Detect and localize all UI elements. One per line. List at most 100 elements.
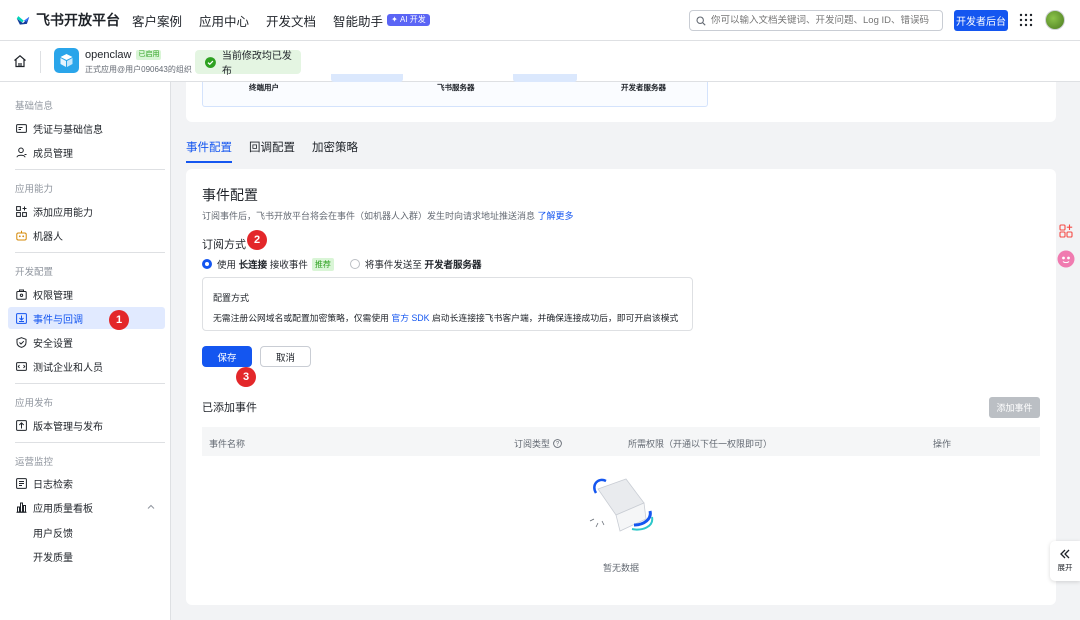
sidebar-item-label: 事件与回调 bbox=[33, 314, 83, 326]
flow-connector bbox=[513, 74, 577, 82]
option-suffix: 接收事件 bbox=[269, 260, 308, 271]
sidebar-group-ability: 应用能力 bbox=[15, 184, 54, 195]
cube-icon bbox=[60, 54, 73, 67]
radio-dev-server[interactable] bbox=[349, 259, 360, 269]
option-prefix: 使用 bbox=[217, 260, 237, 271]
sidebar-item-add-ability[interactable]: 添加应用能力 bbox=[8, 200, 165, 222]
tab-event-config[interactable]: 事件配置 bbox=[186, 139, 232, 163]
official-sdk-link[interactable]: 官方 SDK bbox=[391, 313, 429, 323]
user-avatar[interactable] bbox=[1045, 10, 1065, 30]
publish-status-text: 当前修改均已发布 bbox=[221, 51, 292, 77]
mode-desc-suffix: 启动长连接接飞书客户端，并确保连接成功后，即可开启该模式 bbox=[432, 313, 679, 323]
double-chevron-left-icon bbox=[1060, 549, 1070, 559]
subscription-method-title: 订阅方式 bbox=[202, 239, 246, 251]
home-icon[interactable] bbox=[13, 54, 27, 68]
app-subtitle: 正式应用@用户090643的组织 bbox=[85, 65, 192, 74]
id-card-icon bbox=[16, 123, 27, 133]
search-box[interactable] bbox=[689, 10, 943, 31]
sidebar-item-label: 安全设置 bbox=[33, 338, 73, 350]
event-config-card: 事件配置 订阅事件后，飞书开放平台将会在事件（如机器人入群）发生时向请求地址推送… bbox=[186, 169, 1056, 605]
tab-encryption[interactable]: 加密策略 bbox=[312, 139, 358, 163]
column-subscription-type: 订阅类型 ? bbox=[514, 437, 562, 450]
sidebar-item-label: 日志检索 bbox=[33, 479, 73, 491]
shield-icon bbox=[16, 336, 27, 348]
sidebar-item-security[interactable]: 安全设置 bbox=[8, 331, 165, 353]
search-input[interactable] bbox=[711, 15, 931, 26]
sidebar-item-members[interactable]: 成员管理 bbox=[8, 141, 165, 163]
robot-icon bbox=[16, 230, 27, 240]
learn-more-link[interactable]: 了解更多 bbox=[538, 211, 574, 221]
sidebar-item-permissions[interactable]: 权限管理 bbox=[8, 283, 165, 305]
sidebar-item-label: 测试企业和人员 bbox=[33, 362, 103, 374]
step-badge-3: 3 bbox=[236, 367, 256, 387]
ai-dev-badge: ✦ AI 开发 bbox=[387, 14, 430, 26]
add-grid-icon bbox=[16, 205, 27, 217]
sidebar-item-logs[interactable]: 日志检索 bbox=[8, 472, 165, 494]
config-tabs: 事件配置 回调配置 加密策略 bbox=[186, 139, 375, 163]
flow-dev-server: 开发者服务器 bbox=[621, 83, 666, 92]
recommended-tag: 推荐 bbox=[311, 257, 334, 271]
sidebar-item-label: 权限管理 bbox=[33, 290, 73, 302]
event-flow-diagram: 终端用户 飞书服务器 开发者服务器 bbox=[202, 74, 708, 107]
divider bbox=[15, 169, 165, 170]
brand-name: 飞书开放平台 bbox=[36, 12, 120, 28]
nav-app-center[interactable]: 应用中心 bbox=[199, 11, 249, 30]
divider bbox=[15, 252, 165, 253]
app-shortcut-icon[interactable] bbox=[1057, 222, 1075, 240]
added-events-title: 已添加事件 bbox=[202, 402, 257, 414]
sidebar-item-feedback[interactable]: 用户反馈 bbox=[8, 521, 165, 543]
chevron-up-icon bbox=[147, 504, 155, 509]
option-prefix: 将事件发送至 bbox=[364, 260, 422, 271]
flow-end-user: 终端用户 bbox=[249, 83, 279, 92]
sidebar-item-label: 版本管理与发布 bbox=[33, 421, 103, 433]
sidebar-item-label: 机器人 bbox=[33, 231, 63, 243]
sidebar-item-credentials[interactable]: 凭证与基础信息 bbox=[8, 117, 165, 139]
sidebar-item-events[interactable]: 事件与回调 bbox=[8, 307, 165, 329]
divider bbox=[40, 51, 41, 73]
tab-callback-config[interactable]: 回调配置 bbox=[249, 139, 295, 163]
brand[interactable]: 飞书开放平台 bbox=[16, 10, 120, 30]
nav-dev-docs[interactable]: 开发文档 bbox=[266, 11, 316, 30]
sidebar-item-quality[interactable]: 应用质量看板 bbox=[8, 496, 165, 518]
developer-console-button[interactable]: 开发者后台 bbox=[954, 10, 1008, 31]
publish-status: 当前修改均已发布 bbox=[195, 50, 301, 77]
feishu-logo-icon bbox=[16, 16, 30, 25]
assistant-icon[interactable] bbox=[1057, 250, 1075, 268]
check-circle-icon bbox=[205, 56, 216, 68]
bar-chart-icon bbox=[16, 502, 27, 513]
permission-icon bbox=[16, 289, 27, 300]
config-mode-title: 配置方式 bbox=[213, 293, 250, 303]
flow-feishu-server: 飞书服务器 bbox=[437, 83, 475, 92]
sidebar-item-dev-quality[interactable]: 开发质量 bbox=[8, 545, 165, 567]
sidebar: 基础信息 凭证与基础信息 成员管理 应用能力 添加应用能力 机器人 开发配置 权… bbox=[0, 82, 171, 620]
event-flow-card: 终端用户 飞书服务器 开发者服务器 bbox=[186, 74, 1056, 122]
save-button[interactable]: 保存 bbox=[202, 346, 252, 367]
sidebar-item-versions[interactable]: 版本管理与发布 bbox=[8, 414, 165, 436]
help-icon[interactable]: ? bbox=[553, 439, 562, 448]
apps-grid-icon[interactable] bbox=[1019, 13, 1033, 27]
step-badge-1: 1 bbox=[109, 310, 129, 330]
sidebar-item-label: 添加应用能力 bbox=[33, 207, 93, 219]
sidebar-group-ops: 运营监控 bbox=[15, 457, 54, 468]
nav-customer-cases[interactable]: 客户案例 bbox=[132, 11, 182, 30]
column-event-name: 事件名称 bbox=[209, 439, 246, 449]
config-mode-description: 无需注册公网域名或配置加密策略，仅需使用 官方 SDK 启动长连接接飞书客户端，… bbox=[213, 311, 678, 324]
user-icon bbox=[16, 147, 27, 157]
upload-icon bbox=[16, 419, 27, 431]
config-mode-box: 配置方式 无需注册公网域名或配置加密策略，仅需使用 官方 SDK 启动长连接接飞… bbox=[202, 277, 693, 331]
app-logo bbox=[54, 48, 79, 73]
expand-panel-button[interactable]: 展开 bbox=[1050, 541, 1080, 581]
sidebar-item-label: 应用质量看板 bbox=[33, 503, 93, 515]
radio-long-connection[interactable] bbox=[202, 259, 212, 269]
step-badge-2: 2 bbox=[247, 230, 267, 250]
subscription-method-options: 使用 长连接 接收事件 推荐 将事件发送至 开发者服务器 bbox=[202, 257, 482, 271]
sidebar-item-bot[interactable]: 机器人 bbox=[8, 224, 165, 246]
nav-ai-assistant[interactable]: 智能助手 ✦ AI 开发 bbox=[333, 11, 430, 30]
sidebar-item-test-org[interactable]: 测试企业和人员 bbox=[8, 355, 165, 377]
log-icon bbox=[16, 477, 27, 489]
app-name: openclaw 已启用 bbox=[85, 49, 162, 61]
description-text: 订阅事件后，飞书开放平台将会在事件（如机器人入群）发生时向请求地址推送消息 bbox=[202, 211, 536, 221]
expand-label: 展开 bbox=[1057, 563, 1073, 572]
cancel-button[interactable]: 取消 bbox=[260, 346, 311, 367]
add-event-button[interactable]: 添加事件 bbox=[989, 397, 1040, 418]
